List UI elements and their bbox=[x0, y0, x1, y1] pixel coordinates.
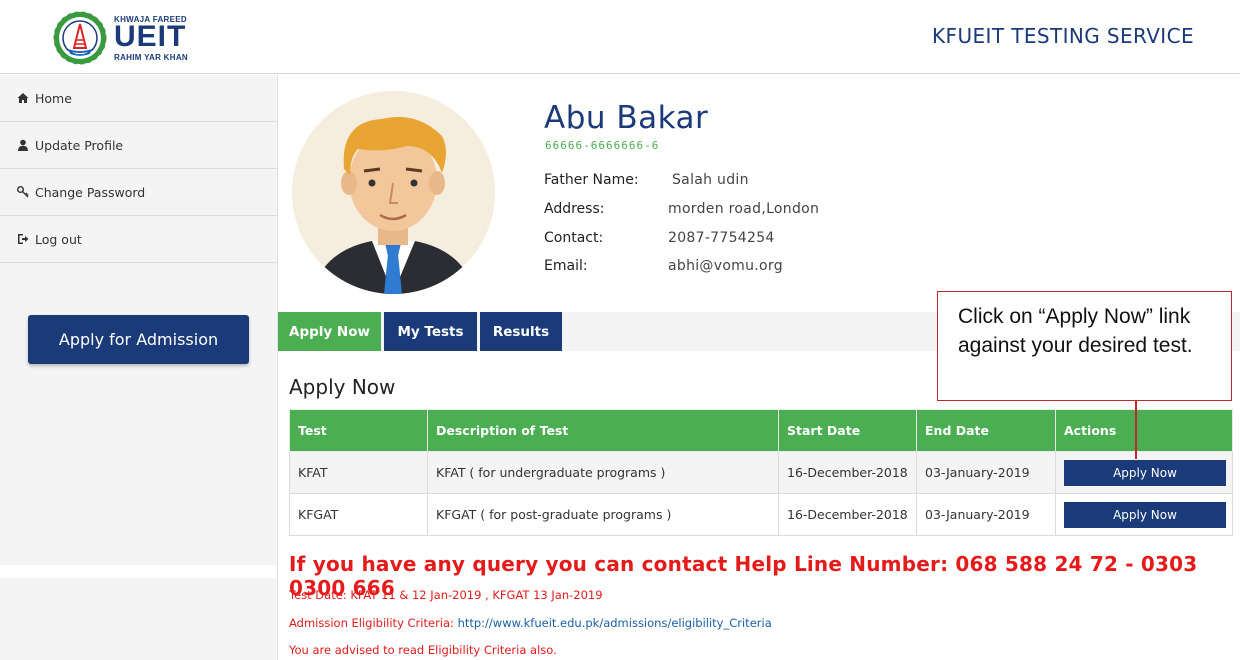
start-date-cell: 16-December-2018 bbox=[778, 451, 917, 494]
section-title: Apply Now bbox=[289, 375, 396, 399]
sidebar-item-change-password[interactable]: Change Password bbox=[0, 169, 277, 216]
address-value: morden road,London bbox=[668, 201, 820, 217]
site-title: KFUEIT TESTING SERVICE bbox=[932, 24, 1194, 48]
tab-my-tests[interactable]: My Tests bbox=[384, 312, 477, 351]
table-row: KFGAT KFGAT ( for post-graduate programs… bbox=[289, 493, 1233, 536]
start-date-cell: 16-December-2018 bbox=[778, 493, 917, 536]
logo-main-text: UEIT bbox=[114, 20, 187, 53]
email-label: Email: bbox=[544, 258, 588, 274]
table-row: KFAT KFAT ( for undergraduate programs )… bbox=[289, 451, 1233, 494]
home-icon bbox=[17, 93, 29, 103]
column-header-test: Test bbox=[289, 409, 428, 452]
eligibility-criteria-link[interactable]: http://www.kfueit.edu.pk/admissions/elig… bbox=[458, 616, 772, 630]
university-logo[interactable]: KHWAJA FAREED UEIT RAHIM YAR KHAN bbox=[50, 8, 200, 68]
tab-apply-now[interactable]: Apply Now bbox=[278, 312, 381, 351]
eligibility-criteria-label: Admission Eligibility Criteria: bbox=[289, 616, 458, 630]
apply-for-admission-button[interactable]: Apply for Admission bbox=[28, 315, 249, 364]
header: KHWAJA FAREED UEIT RAHIM YAR KHAN KFUEIT… bbox=[0, 0, 1240, 74]
key-icon bbox=[17, 186, 29, 198]
column-header-end-date: End Date bbox=[916, 409, 1056, 452]
logout-icon bbox=[18, 234, 29, 244]
end-date-cell: 03-January-2019 bbox=[916, 493, 1056, 536]
contact-value: 2087-7754254 bbox=[668, 230, 775, 246]
test-description-cell: KFAT ( for undergraduate programs ) bbox=[427, 451, 779, 494]
tab-results[interactable]: Results bbox=[480, 312, 562, 351]
test-date-note: Test Date: KFAT 11 & 12 Jan-2019 , KFGAT… bbox=[289, 588, 603, 602]
profile-name: Abu Bakar bbox=[544, 100, 709, 136]
column-header-description: Description of Test bbox=[427, 409, 779, 452]
tests-table: Test Description of Test Start Date End … bbox=[289, 409, 1233, 536]
apply-now-button[interactable]: Apply Now bbox=[1064, 459, 1226, 486]
avatar bbox=[292, 91, 495, 294]
apply-now-button[interactable]: Apply Now bbox=[1064, 501, 1226, 528]
sidebar-item-label: Home bbox=[35, 90, 72, 106]
column-header-start-date: Start Date bbox=[778, 409, 917, 452]
column-header-actions: Actions bbox=[1055, 409, 1233, 452]
eligibility-criteria-note: Admission Eligibility Criteria: http://w… bbox=[289, 616, 772, 630]
test-name-cell: KFAT bbox=[289, 451, 428, 494]
actions-cell: Apply Now bbox=[1055, 493, 1233, 536]
gear-logo-icon bbox=[53, 11, 107, 65]
sidebar-item-logout[interactable]: Log out bbox=[0, 216, 277, 263]
instruction-callout: Click on “Apply Now” link against your d… bbox=[937, 291, 1232, 401]
advice-note: You are advised to read Eligibility Crit… bbox=[289, 643, 557, 657]
address-label: Address: bbox=[544, 201, 605, 217]
contact-label: Contact: bbox=[544, 230, 604, 246]
sidebar-item-home[interactable]: Home bbox=[0, 75, 277, 122]
avatar-illustration-icon bbox=[292, 91, 495, 294]
sidebar-item-label: Change Password bbox=[35, 184, 146, 200]
sidebar: Home Update Profile Change Password Log … bbox=[0, 75, 278, 660]
father-name-value: Salah udin bbox=[672, 172, 749, 188]
email-value: abhi@vomu.org bbox=[668, 258, 783, 274]
test-name-cell: KFGAT bbox=[289, 493, 428, 536]
end-date-cell: 03-January-2019 bbox=[916, 451, 1056, 494]
sidebar-item-label: Update Profile bbox=[35, 137, 124, 153]
sidebar-item-label: Log out bbox=[35, 231, 82, 247]
callout-pointer bbox=[1135, 401, 1137, 459]
user-icon bbox=[18, 139, 28, 151]
sidebar-item-update-profile[interactable]: Update Profile bbox=[0, 122, 277, 169]
sidebar-divider bbox=[0, 565, 277, 578]
logo-bottom-text: RAHIM YAR KHAN bbox=[114, 53, 188, 62]
profile-cnic: 66666-6666666-6 bbox=[545, 139, 660, 152]
father-name-label: Father Name: bbox=[544, 172, 639, 188]
table-header-row: Test Description of Test Start Date End … bbox=[289, 409, 1233, 452]
actions-cell: Apply Now bbox=[1055, 451, 1233, 494]
test-description-cell: KFGAT ( for post-graduate programs ) bbox=[427, 493, 779, 536]
